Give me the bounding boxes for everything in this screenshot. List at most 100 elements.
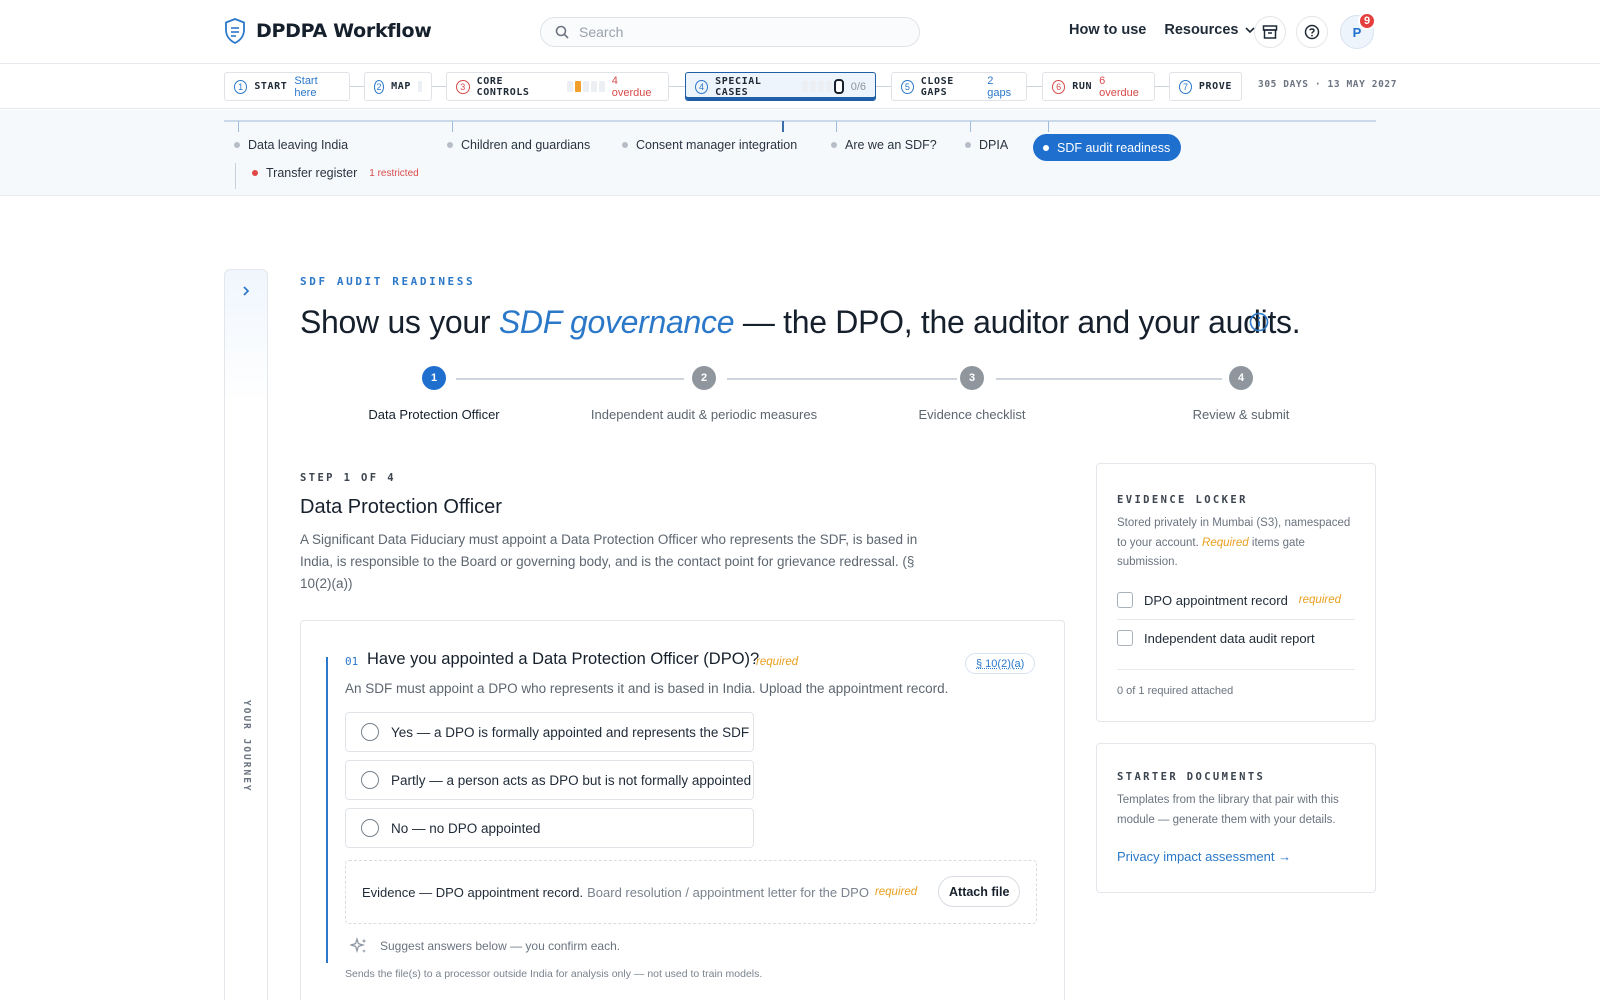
panel-title: STARTER DOCUMENTS <box>1117 771 1266 783</box>
answer-option-no[interactable]: No — no DPO appointed <box>345 808 754 848</box>
wizard-step-label[interactable]: Evidence checklist <box>842 407 1102 422</box>
phase-status: 6 overdue <box>1099 74 1139 99</box>
step-title: Data Protection Officer <box>300 496 502 518</box>
subnav-item-transfer-register[interactable]: Transfer register 1 restricted <box>252 166 419 180</box>
help-button[interactable] <box>1296 16 1328 48</box>
phase-progress <box>801 79 844 94</box>
subnav-item-sdf-audit[interactable]: SDF audit readiness <box>1033 134 1182 161</box>
phase-start[interactable]: 1 START Start here <box>224 72 350 101</box>
phase-number: 4 <box>695 79 709 94</box>
sparkle-icon <box>350 937 367 954</box>
phase-label: START <box>254 81 288 92</box>
answer-option-partly[interactable]: Partly — a person acts as DPO but is not… <box>345 760 754 800</box>
subnav-label: Are we an SDF? <box>845 138 937 152</box>
radio-button[interactable] <box>361 723 379 741</box>
archive-button[interactable] <box>1254 16 1286 48</box>
chevron-down-icon <box>1244 26 1255 33</box>
wizard-step-1[interactable]: 1 <box>422 366 446 390</box>
privacy-impact-assessment-link[interactable]: Privacy impact assessment → <box>1117 849 1291 864</box>
status-dot <box>234 142 240 148</box>
phase-status: 4 overdue <box>611 74 652 99</box>
wizard-step-label[interactable]: Data Protection Officer <box>304 407 564 422</box>
question-accent-bar <box>326 657 328 963</box>
subnav-label: DPIA <box>979 138 1009 152</box>
page-title: Show us your SDF governance — the DPO, t… <box>300 304 1301 341</box>
top-bar: DPDPA Workflow How to use Resources P 9 <box>0 0 1600 64</box>
section-reference-chip[interactable]: § 10(2)(a) <box>965 653 1036 674</box>
phase-map[interactable]: 2 MAP <box>364 72 432 101</box>
suggest-label: Suggest answers below — you confirm each… <box>380 939 621 953</box>
wizard-step-label[interactable]: Review & submit <box>1111 407 1371 422</box>
subnav-item-are-we-sdf[interactable]: Are we an SDF? <box>831 138 937 152</box>
resources-label: Resources <box>1164 22 1239 38</box>
checkbox[interactable] <box>1117 592 1133 608</box>
option-label: Yes — a DPO is formally appointed and re… <box>391 724 750 740</box>
wizard-step-2[interactable]: 2 <box>692 366 716 390</box>
status-dot <box>831 142 837 148</box>
chevron-right-icon[interactable] <box>239 284 253 298</box>
headline-text: — the DPO, the auditor and your audits. <box>734 304 1301 340</box>
journey-label[interactable]: YOUR JOURNEY <box>241 700 252 793</box>
phase-special-cases[interactable]: 4 SPECIAL CASES 0/6 <box>685 72 876 101</box>
subnav-label: Consent manager integration <box>636 138 798 152</box>
subnav-label: Transfer register <box>266 166 358 180</box>
subnav-item-children[interactable]: Children and guardians <box>447 138 590 152</box>
app-name: DPDPA Workflow <box>256 20 432 42</box>
phase-status: Start here <box>294 74 318 99</box>
phase-status: 0/6 <box>850 80 866 93</box>
info-icon[interactable] <box>1249 312 1269 332</box>
phase-number: 3 <box>456 79 470 94</box>
phase-status: 2 gaps <box>987 74 1012 99</box>
resources-menu[interactable]: Resources <box>1164 22 1255 38</box>
subnav-item-dpia[interactable]: DPIA <box>965 138 1008 152</box>
journey-rail <box>224 269 268 1000</box>
processing-disclaimer: Sends the file(s) to a processor outside… <box>345 968 763 980</box>
search-icon <box>555 25 569 39</box>
subnav-item-data-leaving-india[interactable]: Data leaving India <box>234 138 348 152</box>
radio-button[interactable] <box>361 771 379 789</box>
phase-prove[interactable]: 7 PROVE <box>1169 72 1242 101</box>
option-label: No — no DPO appointed <box>391 820 541 836</box>
status-dot <box>1043 144 1049 151</box>
phase-label: CORE CONTROLS <box>476 75 530 98</box>
phase-core-controls[interactable]: 3 CORE CONTROLS 4 overdue <box>446 72 669 101</box>
status-dot <box>252 170 258 176</box>
shield-icon <box>225 18 245 44</box>
locker-item-dpo-record[interactable]: DPO appointment record required <box>1117 592 1355 608</box>
subnav-label: Children and guardians <box>461 138 591 152</box>
evidence-hint: Board resolution / appointment letter fo… <box>587 884 869 900</box>
attach-file-button[interactable]: Attach file <box>938 876 1021 907</box>
deadline-countdown: 305 DAYS · 13 MAY 2027 <box>1258 79 1398 90</box>
search-box[interactable] <box>540 17 920 47</box>
evidence-dropzone[interactable]: Evidence — DPO appointment record. Board… <box>345 860 1037 924</box>
phase-label: CLOSE GAPS <box>920 75 954 98</box>
search-input[interactable] <box>579 24 879 40</box>
phase-number: 1 <box>234 79 248 94</box>
checkbox[interactable] <box>1117 630 1133 646</box>
how-to-use-link[interactable]: How to use <box>1069 22 1146 38</box>
starter-documents-panel: STARTER DOCUMENTS Templates from the lib… <box>1096 743 1376 893</box>
locker-summary: 0 of 1 required attached <box>1117 685 1234 697</box>
headline-text: Show us your <box>300 304 499 340</box>
radio-button[interactable] <box>361 819 379 837</box>
subnav-label: SDF audit readiness <box>1057 140 1171 155</box>
phase-run[interactable]: 6 RUN 6 overdue <box>1042 72 1155 101</box>
wizard-step-3[interactable]: 3 <box>960 366 984 390</box>
subnav-item-consent-manager[interactable]: Consent manager integration <box>622 138 797 152</box>
question-number: 01 <box>345 655 359 668</box>
phase-progress <box>418 81 422 92</box>
brand[interactable]: DPDPA Workflow <box>224 18 432 44</box>
panel-title: EVIDENCE LOCKER <box>1117 494 1248 506</box>
suggest-answers[interactable]: Suggest answers below — you confirm each… <box>350 937 620 955</box>
phase-close-gaps[interactable]: 5 CLOSE GAPS 2 gaps <box>891 72 1027 101</box>
headline-emphasis: SDF governance <box>498 304 735 340</box>
wizard-step-4[interactable]: 4 <box>1229 366 1253 390</box>
wizard-step-label[interactable]: Independent audit & periodic measures <box>574 407 834 422</box>
step-counter: STEP 1 OF 4 <box>300 472 396 484</box>
locker-item-audit-report[interactable]: Independent data audit report <box>1117 630 1355 646</box>
help-icon <box>1304 24 1320 40</box>
answer-option-yes[interactable]: Yes — a DPO is formally appointed and re… <box>345 712 754 752</box>
required-word: Required <box>1202 536 1249 549</box>
question-title: Have you appointed a Data Protection Off… <box>367 650 760 668</box>
phase-label: MAP <box>391 81 411 92</box>
